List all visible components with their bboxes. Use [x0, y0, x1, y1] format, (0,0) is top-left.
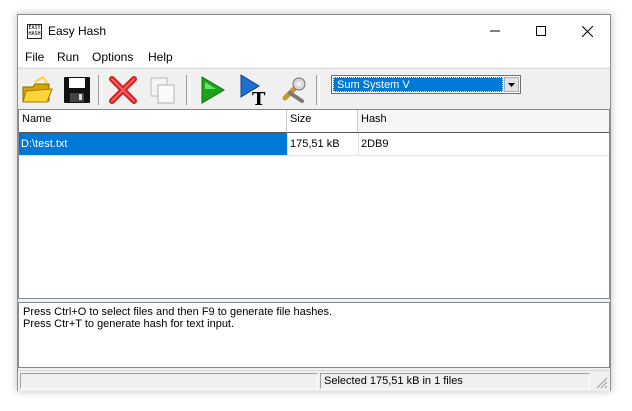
status-left	[20, 373, 318, 389]
algorithm-select[interactable]: Sum System V	[331, 75, 521, 94]
cell-hash: 2DB9	[361, 138, 389, 150]
info-line-1: Press Ctrl+O to select files and then F9…	[23, 306, 333, 318]
status-selection: Selected 175,51 kB in 1 files	[320, 373, 590, 389]
close-button[interactable]	[564, 15, 610, 47]
menu-options[interactable]: Options	[92, 50, 133, 64]
run-button[interactable]	[194, 73, 228, 107]
menu-help[interactable]: Help	[148, 50, 173, 64]
row-divider	[358, 133, 359, 155]
run-icon	[201, 76, 225, 104]
menu-bar: File Run Options Help	[18, 47, 610, 67]
column-header-size[interactable]: Size	[287, 110, 358, 133]
minimize-icon	[490, 30, 500, 32]
settings-icon	[282, 77, 306, 103]
close-icon	[581, 25, 593, 37]
cell-name: D:\test.txt	[19, 133, 287, 155]
dropdown-button[interactable]	[504, 77, 519, 92]
main-window: EASY HASH Easy Hash File Run Options Hel…	[17, 14, 611, 391]
copy-button[interactable]	[146, 73, 180, 107]
toolbar: T	[18, 68, 610, 109]
open-button[interactable]	[20, 73, 54, 107]
row-divider	[287, 133, 288, 155]
info-text-area[interactable]: Press Ctrl+O to select files and then F9…	[18, 302, 610, 368]
status-bar: Selected 175,51 kB in 1 files	[18, 370, 610, 391]
maximize-icon	[536, 26, 546, 36]
row-divider	[19, 155, 609, 156]
algorithm-selected: Sum System V	[333, 77, 503, 92]
app-icon-text: EASY HASH	[28, 25, 41, 37]
column-header-name[interactable]: Name	[19, 110, 287, 133]
toolbar-separator	[316, 75, 320, 105]
column-header-hash[interactable]: Hash	[358, 110, 609, 133]
save-button[interactable]	[60, 73, 94, 107]
menu-file[interactable]: File	[25, 50, 44, 64]
text-input-icon: T	[240, 74, 266, 106]
maximize-button[interactable]	[518, 15, 564, 47]
cell-size: 175,51 kB	[290, 138, 340, 150]
open-folder-icon	[22, 75, 53, 103]
title-bar[interactable]: EASY HASH Easy Hash	[18, 15, 610, 47]
table-row[interactable]: D:\test.txt 175,51 kB 2DB9	[19, 133, 609, 155]
settings-button[interactable]	[276, 73, 310, 107]
chevron-down-icon	[508, 82, 515, 87]
remove-button[interactable]	[106, 73, 140, 107]
svg-text:T: T	[252, 89, 266, 106]
minimize-button[interactable]	[472, 15, 518, 47]
toolbar-separator	[98, 75, 102, 105]
resize-grip-icon[interactable]	[596, 377, 608, 389]
toolbar-separator	[186, 75, 190, 105]
file-list[interactable]: Name Size Hash D:\test.txt 175,51 kB 2DB…	[18, 109, 610, 299]
text-input-button[interactable]: T	[236, 73, 270, 107]
remove-icon	[109, 76, 137, 104]
copy-icon	[150, 77, 175, 104]
save-icon	[64, 77, 90, 103]
easy-hash-app-icon: EASY HASH	[27, 24, 42, 39]
info-line-2: Press Ctr+T to generate hash for text in…	[23, 318, 235, 330]
window-title: Easy Hash	[48, 24, 107, 38]
menu-run[interactable]: Run	[57, 50, 79, 64]
